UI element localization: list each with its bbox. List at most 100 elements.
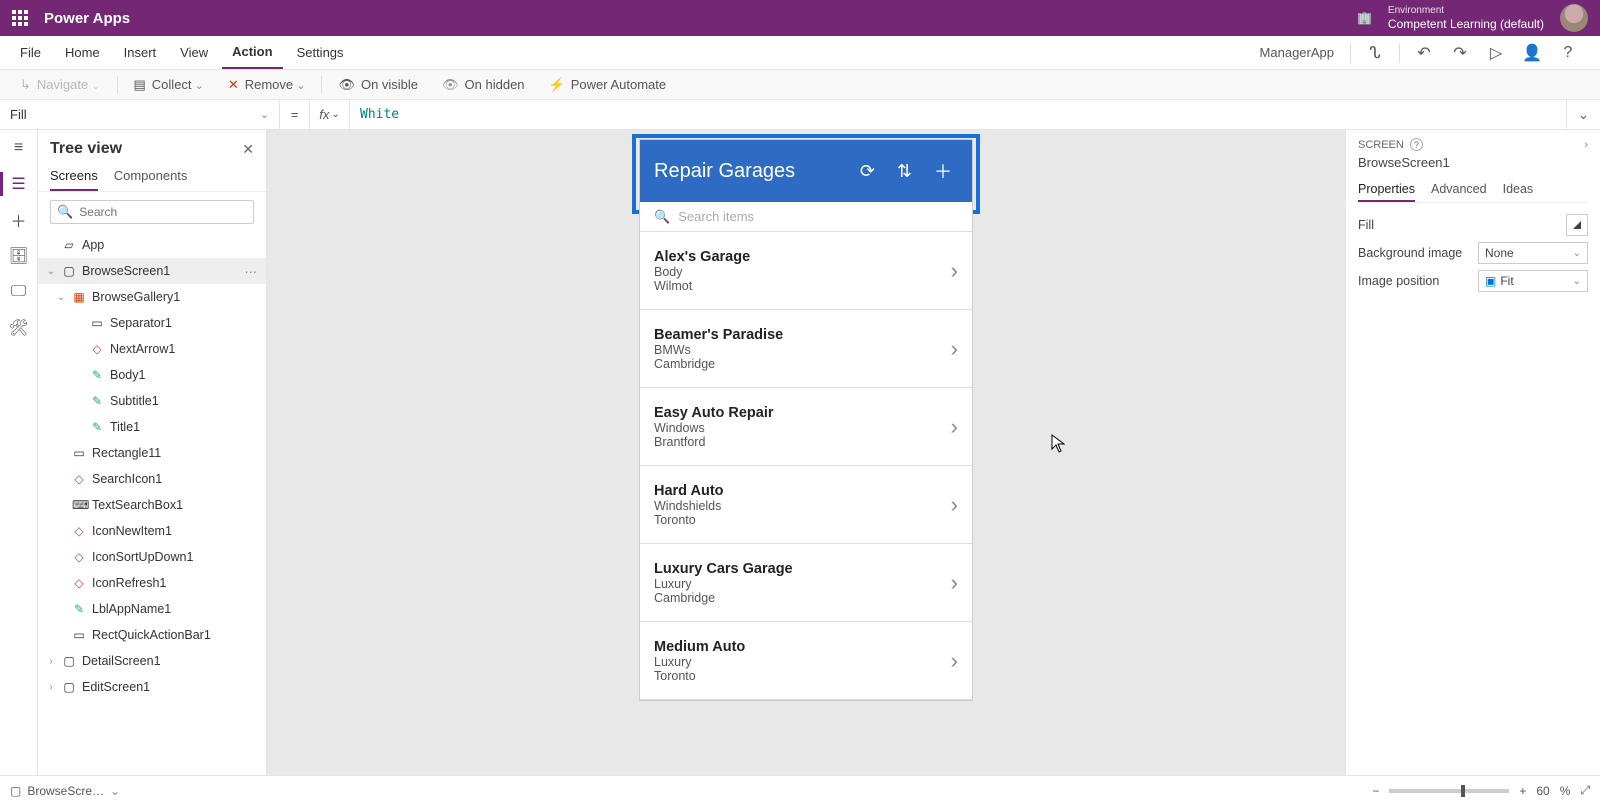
tree-node-editscreen[interactable]: ›▢EditScreen1	[38, 674, 266, 700]
tree-node-rectquick[interactable]: ▭RectQuickActionBar1	[38, 622, 266, 648]
tree-tab-screens[interactable]: Screens	[50, 162, 98, 191]
fill-color-picker[interactable]	[1566, 214, 1588, 236]
gallery-item-subtitle: Windows	[654, 421, 951, 435]
more-icon[interactable]: ⋯	[245, 264, 259, 279]
label-icon: ✎	[90, 420, 104, 434]
redo-icon[interactable]: ↷	[1446, 39, 1474, 67]
chevron-right-icon[interactable]: ›	[951, 648, 958, 674]
tree-node-subtitle[interactable]: ✎Subtitle1	[38, 388, 266, 414]
refresh-icon[interactable]: ⟳	[854, 161, 881, 182]
close-icon[interactable]: ✕	[242, 141, 254, 158]
tree-node-detailscreen[interactable]: ›▢DetailScreen1	[38, 648, 266, 674]
undo-icon[interactable]: ↶	[1410, 39, 1438, 67]
formula-expand-icon[interactable]: ⌄	[1566, 100, 1600, 129]
fit-to-window-icon[interactable]: ⤢	[1580, 783, 1590, 798]
app-launcher-icon[interactable]	[12, 10, 28, 26]
chevron-right-icon[interactable]: ›	[951, 258, 958, 284]
tree-node-iconsortupdown[interactable]: ◇IconSortUpDown1	[38, 544, 266, 570]
fit-icon: ▣	[1485, 274, 1496, 288]
preview-icon[interactable]: ▷	[1482, 39, 1510, 67]
info-icon[interactable]: ?	[1410, 138, 1423, 151]
ribbon-remove[interactable]: ✕Remove	[218, 77, 316, 93]
chevron-right-icon[interactable]: ›	[951, 570, 958, 596]
tree-node-iconrefresh[interactable]: ◇IconRefresh1	[38, 570, 266, 596]
data-icon[interactable]: 🗄	[9, 246, 29, 266]
chevron-down-icon[interactable]: ⌄	[110, 784, 120, 798]
fx-button[interactable]: fx⌄	[310, 100, 350, 129]
ribbon-powerautomate[interactable]: ⚡Power Automate	[539, 77, 677, 93]
screen-icon: ▢	[62, 654, 76, 668]
avatar[interactable]	[1560, 4, 1588, 32]
ribbon-onvisible[interactable]: 👁On visible	[328, 77, 428, 93]
tree-node-app[interactable]: ▱App	[38, 232, 266, 258]
status-screen-name[interactable]: BrowseScre…	[27, 784, 104, 798]
insert-icon[interactable]: ＋	[9, 210, 29, 230]
app-header[interactable]: Repair Garages ⟳ ⇅ ＋	[640, 140, 972, 202]
property-selector[interactable]: Fill ⌄	[0, 100, 280, 129]
chevron-right-icon[interactable]: ›	[951, 492, 958, 518]
search-icon: 🔍	[654, 209, 670, 225]
tree-node-iconnewitem[interactable]: ◇IconNewItem1	[38, 518, 266, 544]
imgpos-select[interactable]: ▣Fit⌄	[1478, 270, 1588, 292]
menu-insert[interactable]: Insert	[114, 36, 167, 69]
menu-settings[interactable]: Settings	[287, 36, 354, 69]
separator	[1350, 43, 1351, 63]
tree-view-icon[interactable]: ☰	[9, 174, 29, 194]
tree-node-browsegallery[interactable]: ⌄▦BrowseGallery1	[38, 284, 266, 310]
tree-search[interactable]: 🔍	[50, 200, 254, 224]
chevron-down-icon: ⌄	[260, 108, 269, 121]
tree-node-separator[interactable]: ▭Separator1	[38, 310, 266, 336]
tree-node-browsescreen[interactable]: ⌄▢BrowseScreen1⋯	[38, 258, 266, 284]
zoom-out-icon[interactable]: −	[1372, 784, 1379, 798]
zoom-in-icon[interactable]: +	[1519, 784, 1526, 798]
tab-advanced[interactable]: Advanced	[1431, 178, 1487, 202]
app-search[interactable]: 🔍 Search items	[640, 202, 972, 232]
tree-node-body[interactable]: ✎Body1	[38, 362, 266, 388]
environment-block[interactable]: Environment Competent Learning (default)	[1388, 5, 1544, 31]
tree-tab-components[interactable]: Components	[114, 162, 188, 191]
tab-ideas[interactable]: Ideas	[1503, 178, 1534, 202]
gallery-item-title: Hard Auto	[654, 483, 951, 499]
gallery-item[interactable]: Beamer's Paradise BMWs Cambridge ›	[640, 310, 972, 388]
tab-properties[interactable]: Properties	[1358, 178, 1415, 202]
gallery-item[interactable]: Alex's Garage Body Wilmot ›	[640, 232, 972, 310]
chevron-right-icon[interactable]: ›	[951, 336, 958, 362]
chevron-right-icon[interactable]: ›	[1584, 139, 1588, 151]
chevron-right-icon[interactable]: ›	[951, 414, 958, 440]
help-icon[interactable]: ?	[1554, 39, 1582, 67]
bgimage-select[interactable]: None⌄	[1478, 242, 1588, 264]
canvas[interactable]: Repair Garages ⟳ ⇅ ＋ 🔍 Search items Alex…	[267, 130, 1345, 775]
formula-input[interactable]: White	[350, 100, 1566, 129]
icon-icon: ◇	[72, 576, 86, 590]
tree-body: ▱App ⌄▢BrowseScreen1⋯ ⌄▦BrowseGallery1 ▭…	[38, 232, 266, 775]
tree-search-input[interactable]	[79, 205, 247, 219]
powerautomate-icon: ⚡	[549, 77, 565, 93]
gallery-item[interactable]: Luxury Cars Garage Luxury Cambridge ›	[640, 544, 972, 622]
menu-view[interactable]: View	[170, 36, 218, 69]
zoom-value: 60	[1536, 784, 1549, 798]
tree-node-searchicon[interactable]: ◇SearchIcon1	[38, 466, 266, 492]
tree-node-textsearchbox[interactable]: ⌨TextSearchBox1	[38, 492, 266, 518]
tree-node-rectangle[interactable]: ▭Rectangle11	[38, 440, 266, 466]
tree-node-lblappname[interactable]: ✎LblAppName1	[38, 596, 266, 622]
app-checker-icon[interactable]: ᔐ	[1361, 39, 1389, 67]
share-icon[interactable]: 👤	[1518, 39, 1546, 67]
add-icon[interactable]: ＋	[928, 158, 958, 184]
hamburger-icon[interactable]: ≡	[9, 138, 29, 158]
main-area: ≡ ☰ ＋ 🗄 🖵 🛠 Tree view ✕ Screens Componen…	[0, 130, 1600, 775]
media-icon[interactable]: 🖵	[9, 282, 29, 302]
menu-action[interactable]: Action	[222, 36, 282, 69]
gallery-item[interactable]: Medium Auto Luxury Toronto ›	[640, 622, 972, 700]
gallery-item[interactable]: Easy Auto Repair Windows Brantford ›	[640, 388, 972, 466]
ribbon-collect[interactable]: ▤Collect	[124, 77, 214, 93]
menu-file[interactable]: File	[10, 36, 51, 69]
tools-icon[interactable]: 🛠	[9, 318, 29, 338]
tree-node-nextarrow[interactable]: ◇NextArrow1	[38, 336, 266, 362]
zoom-slider[interactable]	[1389, 789, 1509, 793]
menu-home[interactable]: Home	[55, 36, 110, 69]
phone-canvas[interactable]: Repair Garages ⟳ ⇅ ＋ 🔍 Search items Alex…	[640, 140, 972, 700]
sort-icon[interactable]: ⇅	[891, 161, 918, 182]
ribbon-onhidden[interactable]: 👁On hidden	[432, 77, 535, 93]
tree-node-title[interactable]: ✎Title1	[38, 414, 266, 440]
gallery-item[interactable]: Hard Auto Windshields Toronto ›	[640, 466, 972, 544]
